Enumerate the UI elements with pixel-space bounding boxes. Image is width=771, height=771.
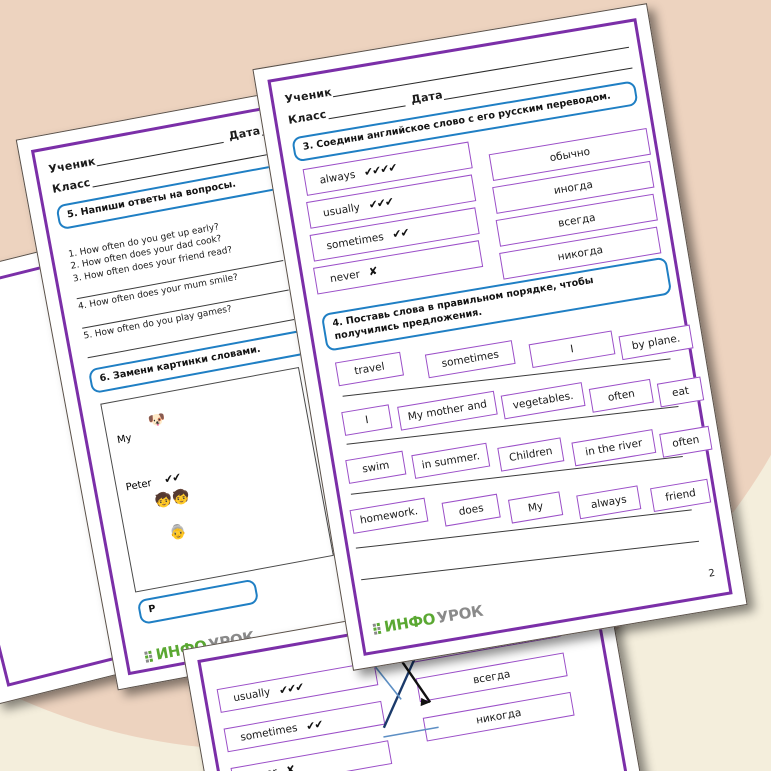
- sentence-word-box[interactable]: swim: [345, 450, 407, 484]
- tick-marks: ✘: [367, 264, 378, 279]
- english-word: never: [329, 267, 361, 285]
- english-word: always: [318, 168, 357, 187]
- sentence-word-box[interactable]: homework.: [349, 497, 429, 534]
- logo-text-urok: УРОК: [435, 601, 485, 628]
- answer-ticks: ✘: [284, 762, 296, 771]
- sentence-word-box[interactable]: does: [441, 493, 501, 527]
- tick-marks: ✔✔✔: [367, 194, 395, 212]
- sentence-word-box[interactable]: I: [341, 404, 393, 436]
- english-word: sometimes: [325, 230, 385, 252]
- class-rule[interactable]: [326, 96, 406, 120]
- sentence-word-box[interactable]: friend: [650, 478, 712, 512]
- answer-word: never: [246, 766, 278, 771]
- class-label: Класс: [287, 107, 328, 127]
- answer-ticks: ✔✔✔: [277, 679, 305, 697]
- sentence-word-box[interactable]: always: [576, 485, 642, 520]
- logo-text-info: ИНФО: [382, 609, 437, 636]
- sentence-word-box[interactable]: vegetables.: [500, 382, 586, 420]
- logo-dots-icon: [372, 622, 382, 635]
- answer-translation-box[interactable]: никогда: [422, 691, 575, 742]
- worksheet-scene: Ученик Дата Класс 5. Напиши ответы на во…: [0, 0, 771, 771]
- sentence-word-box[interactable]: travel: [334, 351, 405, 387]
- answer-ticks: ✔✔: [305, 716, 324, 733]
- dog-picture: 🐶: [146, 411, 168, 431]
- sentence-word-box[interactable]: often: [588, 378, 654, 413]
- sentence-word-box[interactable]: My: [507, 491, 564, 524]
- sentence-word-box[interactable]: Children: [497, 437, 565, 472]
- tick-marks: ✔✔✔✔: [363, 160, 398, 180]
- sentence-word-box[interactable]: sometimes: [424, 340, 516, 379]
- task-5-question-5: 5. How often do you play games?: [83, 304, 233, 345]
- date-label: Дата: [410, 88, 444, 107]
- date-label: Дата: [227, 124, 262, 143]
- tick-marks: ✔✔: [391, 225, 410, 242]
- sentence-word-box[interactable]: I: [528, 330, 616, 369]
- sentence-word-box[interactable]: My mother and: [397, 390, 498, 431]
- class-label: Класс: [51, 175, 92, 196]
- sentence-word-box[interactable]: in summer.: [411, 442, 491, 479]
- page-number: 2: [707, 567, 716, 580]
- english-word: usually: [322, 200, 361, 219]
- grandmother-picture: 👵: [167, 523, 188, 543]
- answer-word: sometimes: [239, 721, 299, 744]
- answer-word: usually: [232, 686, 272, 705]
- logo-dots-icon: [144, 650, 154, 663]
- sentence-answer-line[interactable]: [361, 540, 700, 581]
